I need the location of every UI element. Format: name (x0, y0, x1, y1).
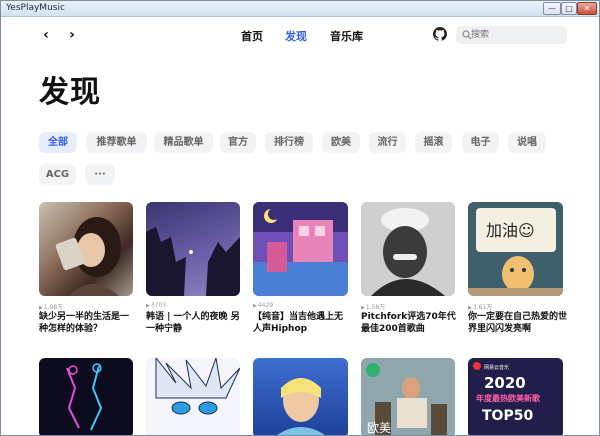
category-chip-charts[interactable]: 排行榜 (265, 132, 313, 153)
top-nav: ‹ › 首页 发现 音乐库 (1, 17, 599, 55)
app-window: YesPlayMusic — □ ✕ ‹ › 首页 发现 音乐库 发现 全部 推… (0, 0, 600, 436)
play-count: ▶1.98万 (39, 304, 64, 311)
maximize-button[interactable]: □ (561, 2, 577, 15)
cover-art-9: 欧美 (361, 358, 455, 435)
category-chip-acg[interactable]: ACG (39, 164, 76, 185)
playlist-cover-3[interactable] (253, 202, 348, 296)
category-chip-electronic[interactable]: 电子 (462, 132, 499, 153)
category-chip-recommended[interactable]: 推荐歌单 (86, 132, 147, 153)
category-chip-rap[interactable]: 说唱 (508, 132, 546, 153)
search-box[interactable] (456, 26, 567, 44)
play-icon: ▶ (146, 303, 150, 309)
cover-9-caption: 欧美 (367, 421, 391, 435)
category-chip-official[interactable]: 官方 (220, 132, 256, 153)
minimize-button[interactable]: — (543, 2, 561, 15)
play-count: ▶1.58万 (361, 304, 386, 311)
playlist-title-4[interactable]: Pitchfork评选70年代最佳200首歌曲 (361, 311, 461, 335)
window-title: YesPlayMusic (6, 3, 65, 13)
playlist-cover-9[interactable]: 欧美 (361, 358, 455, 435)
cover-art-3 (253, 202, 348, 296)
github-icon[interactable] (433, 27, 447, 41)
cover-art-10: 网易云音乐 2020 年度最热欧美新歌 TOP50 (468, 358, 563, 435)
nav-link-library[interactable]: 音乐库 (330, 28, 363, 44)
title-bar[interactable]: YesPlayMusic — □ ✕ (1, 1, 599, 17)
cover-art-4 (361, 202, 455, 296)
playlist-title-3[interactable]: 【纯音】当吉他遇上无人声Hiphop (253, 311, 349, 335)
category-chip-all[interactable]: 全部 (39, 132, 77, 153)
playlist-title-1[interactable]: 缺少另一半的生活是一种怎样的体验？ (39, 311, 135, 335)
cover-art-8 (277, 378, 325, 435)
playlist-cover-10[interactable]: 网易云音乐 2020 年度最热欧美新歌 TOP50 (468, 358, 563, 435)
playlist-cover-7[interactable] (146, 358, 240, 435)
category-chip-western[interactable]: 欧美 (322, 132, 360, 153)
category-chip-rock[interactable]: 摇滚 (415, 132, 452, 153)
cover-art-6 (66, 363, 103, 431)
play-count: ▶3703 (146, 302, 167, 309)
nav-link-home[interactable]: 首页 (241, 28, 263, 44)
play-count: ▶3.61万 (468, 304, 493, 311)
cover-10-top50: TOP50 (482, 408, 533, 424)
playlist-cover-1[interactable] (39, 202, 133, 296)
play-icon: ▶ (253, 303, 257, 309)
playlist-cover-2[interactable] (146, 202, 240, 296)
playlist-title-5[interactable]: 你一定要在自己热爱的世界里闪闪发亮啊 (468, 311, 568, 335)
play-count: ▶4429 (253, 302, 274, 309)
nav-link-discover[interactable]: 发现 (285, 28, 307, 44)
playlist-cover-4[interactable] (361, 202, 455, 296)
close-button[interactable]: ✕ (577, 2, 597, 15)
playlist-title-2[interactable]: 韩语 | 一个人的夜晚 另一种宁静 (146, 311, 242, 335)
cover-art-7 (155, 358, 240, 415)
category-chip-pop[interactable]: 流行 (369, 132, 406, 153)
playlist-cover-6[interactable] (39, 358, 133, 435)
cover-art-5: 加油☺ (468, 202, 563, 296)
cover-10-year: 2020 (484, 374, 526, 392)
back-arrow-icon[interactable]: ‹ (39, 27, 53, 43)
playlist-cover-8[interactable] (253, 358, 348, 435)
category-chip-more[interactable]: ··· (85, 164, 115, 185)
search-input[interactable] (471, 28, 561, 42)
playlist-cover-5[interactable]: 加油☺ (468, 202, 563, 296)
cover-10-brand: 网易云音乐 (484, 364, 509, 371)
category-chip-premium[interactable]: 精品歌单 (154, 132, 213, 153)
cover-10-subtitle: 年度最热欧美新歌 (476, 393, 541, 403)
cover-5-lettering: 加油☺ (486, 221, 535, 240)
forward-arrow-icon[interactable]: › (65, 27, 79, 43)
cover-art-1 (55, 217, 121, 296)
cover-art-2 (146, 227, 240, 296)
page-title: 发现 (39, 75, 101, 110)
